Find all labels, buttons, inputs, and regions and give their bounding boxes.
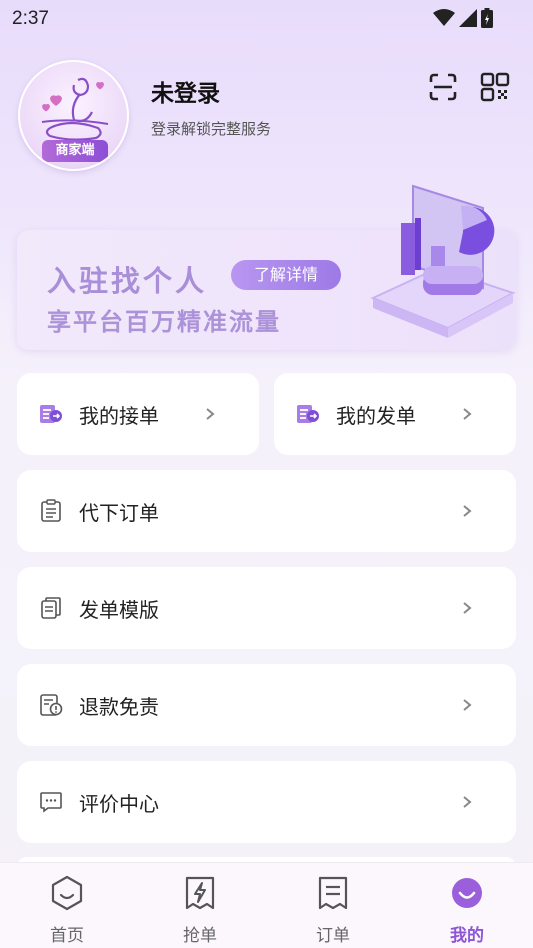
menu-item-review-center[interactable]: 评价中心 (17, 761, 516, 843)
signal-icon (459, 9, 477, 27)
learn-more-button[interactable]: 了解详情 (231, 260, 341, 290)
login-hint[interactable]: 登录解锁完整服务 (151, 118, 271, 139)
menu-item-order-template[interactable]: 发单模版 (17, 567, 516, 649)
scan-icon (429, 73, 457, 101)
tab-orders[interactable]: 订单 (293, 873, 373, 946)
my-accept-label: 我的接单 (79, 404, 159, 428)
tab-home[interactable]: 首页 (27, 873, 107, 946)
bottom-tab-bar: 首页 抢单 订单 我的 (0, 862, 533, 948)
menu-item-label: 发单模版 (79, 598, 159, 622)
home-icon (51, 875, 83, 911)
clipboard-icon (41, 499, 61, 522)
menu-item-label: 代下订单 (79, 501, 159, 525)
chevron-right-icon (206, 408, 215, 420)
order-accept-icon (40, 405, 62, 423)
menu-item-proxy-order[interactable]: 代下订单 (17, 470, 516, 552)
tab-label: 首页 (50, 926, 84, 946)
chevron-right-icon (463, 699, 472, 711)
chevron-right-icon (463, 408, 472, 420)
scan-button[interactable] (428, 72, 460, 104)
tab-mine[interactable]: 我的 (427, 873, 507, 946)
avatar-badge: 商家端 (42, 140, 108, 162)
menu-item-refund-disclaimer[interactable]: 退款免责 (17, 664, 516, 746)
qr-code-button[interactable] (480, 72, 510, 102)
my-publish-label: 我的发单 (336, 404, 416, 428)
bolt-ticket-icon (185, 876, 215, 910)
profile-header: 商家端 未登录 登录解锁完整服务 (18, 60, 515, 172)
chevron-right-icon (463, 796, 472, 808)
qr-code-icon (480, 72, 510, 102)
tab-label: 抢单 (183, 926, 217, 946)
order-publish-icon (297, 405, 319, 423)
status-time: 2:37 (12, 8, 49, 29)
menu-item-label: 退款免责 (79, 695, 159, 719)
join-banner[interactable]: 入驻找个人 了解详情 享平台百万精准流量 (17, 184, 516, 350)
chevron-right-icon (463, 505, 472, 517)
avatar[interactable]: 商家端 (18, 60, 129, 171)
status-bar: 2:37 (0, 0, 533, 38)
refund-icon (40, 694, 63, 716)
document-stack-icon (41, 597, 61, 619)
menu-item-label: 评价中心 (79, 792, 159, 816)
wifi-icon (433, 9, 455, 26)
chevron-right-icon (463, 602, 472, 614)
analytics-illustration-icon (370, 184, 516, 338)
chat-icon (40, 792, 62, 813)
banner-headline: 入驻找个人 (47, 264, 208, 298)
my-publish-card[interactable]: 我的发单 (274, 373, 516, 455)
battery-icon (481, 8, 493, 28)
order-icon (318, 876, 348, 910)
my-accept-card[interactable]: 我的接单 (17, 373, 259, 455)
tab-grab-order[interactable]: 抢单 (160, 873, 240, 946)
tab-label: 我的 (450, 926, 484, 946)
tab-label: 订单 (316, 926, 350, 946)
banner-subline: 享平台百万精准流量 (47, 308, 281, 336)
user-name[interactable]: 未登录 (151, 74, 220, 108)
status-icons (433, 8, 493, 28)
profile-icon (452, 878, 482, 908)
